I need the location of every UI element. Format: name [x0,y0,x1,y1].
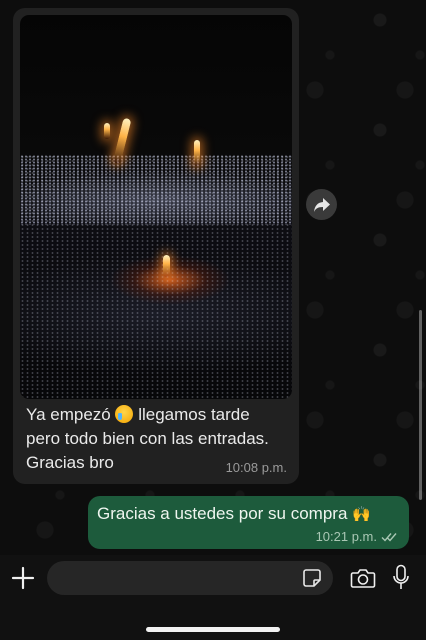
outgoing-text: Gracias a ustedes por su compra [97,504,348,523]
outgoing-message-text: Gracias a ustedes por su compra 🙌 [97,504,371,524]
forward-icon [313,197,330,212]
concert-photo[interactable] [20,15,292,399]
home-indicator [146,627,280,632]
photo-flame [163,255,170,277]
incoming-timestamp: 10:08 p.m. [225,460,287,475]
forward-button[interactable] [306,189,337,220]
message-input[interactable] [47,561,333,595]
camera-icon[interactable] [350,567,376,589]
plus-icon[interactable] [10,565,36,591]
sticker-icon[interactable] [302,568,322,588]
photo-flame [104,123,110,139]
message-input-bar [0,555,426,640]
incoming-message-bubble[interactable]: Ya empezó llegamos tarde pero todo bien … [13,8,299,484]
raised-hands-icon: 🙌 [352,506,371,523]
chat-screen: Ya empezó llegamos tarde pero todo bien … [0,0,426,640]
scrollbar[interactable] [419,310,422,500]
outgoing-meta: 10:21 p.m. [316,529,399,544]
read-ticks-icon [381,532,397,542]
photo-crowd [20,155,292,399]
incoming-text-part1: Ya empezó [26,405,111,424]
outgoing-timestamp: 10:21 p.m. [315,529,377,544]
photo-flame [194,140,200,166]
microphone-icon[interactable] [392,564,410,592]
crying-face-icon [115,405,134,423]
outgoing-message-bubble[interactable]: Gracias a ustedes por su compra 🙌 10:21 … [88,496,409,549]
